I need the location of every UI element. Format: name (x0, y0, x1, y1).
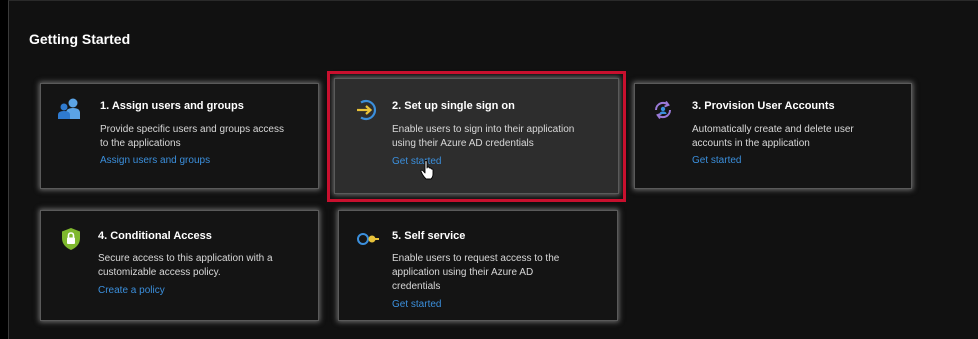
card-provision-user-accounts[interactable]: 3. Provision User Accounts Automatically… (634, 83, 912, 189)
assign-users-and-groups-link[interactable]: Assign users and groups (100, 155, 210, 166)
card-description-line: application using their Azure AD (392, 267, 534, 278)
card-title: 5. Self service (392, 230, 466, 242)
card-title: 2. Set up single sign on (392, 100, 515, 112)
card-title: 3. Provision User Accounts (692, 100, 835, 112)
card-single-sign-on[interactable]: 2. Set up single sign on Enable users to… (334, 78, 619, 194)
shield-lock-icon (60, 227, 82, 250)
card-title: 1. Assign users and groups (100, 100, 244, 112)
card-description-line: Provide specific users and groups access (100, 124, 284, 135)
users-icon (57, 98, 80, 120)
hand-cursor-icon (420, 160, 436, 180)
card-description: Secure access to this application with a… (98, 252, 313, 280)
card-description-line: Secure access to this application with a (98, 253, 273, 264)
provisioning-icon (652, 99, 674, 121)
create-a-policy-link[interactable]: Create a policy (98, 285, 165, 296)
card-self-service[interactable]: 5. Self service Enable users to request … (338, 210, 618, 321)
self-service-icon (356, 230, 379, 252)
card-description: Provide specific users and groups access… (100, 123, 310, 151)
card-assign-users[interactable]: 1. Assign users and groups Provide speci… (40, 83, 319, 189)
card-description-line: Enable users to sign into their applicat… (392, 124, 575, 135)
card-title: 4. Conditional Access (98, 230, 212, 242)
card-conditional-access[interactable]: 4. Conditional Access Secure access to t… (40, 210, 319, 321)
card-description: Enable users to sign into their applicat… (392, 123, 612, 151)
get-started-link[interactable]: Get started (692, 155, 741, 166)
get-started-link[interactable]: Get started (392, 299, 441, 310)
card-description-line: credentials (392, 281, 441, 292)
card-description-line: customizable access policy. (98, 267, 221, 278)
card-description-line: accounts in the application (692, 138, 810, 149)
card-description-line: using their Azure AD credentials (392, 138, 534, 149)
card-description-line: Enable users to request access to the (392, 253, 560, 264)
section-title: Getting Started (29, 31, 131, 47)
card-description-line: to the applications (100, 138, 181, 149)
card-description-line: Automatically create and delete user (692, 124, 854, 135)
card-description: Automatically create and delete user acc… (692, 123, 902, 151)
sign-in-arrow-icon (355, 98, 377, 121)
card-description: Enable users to request access to the ap… (392, 252, 607, 294)
